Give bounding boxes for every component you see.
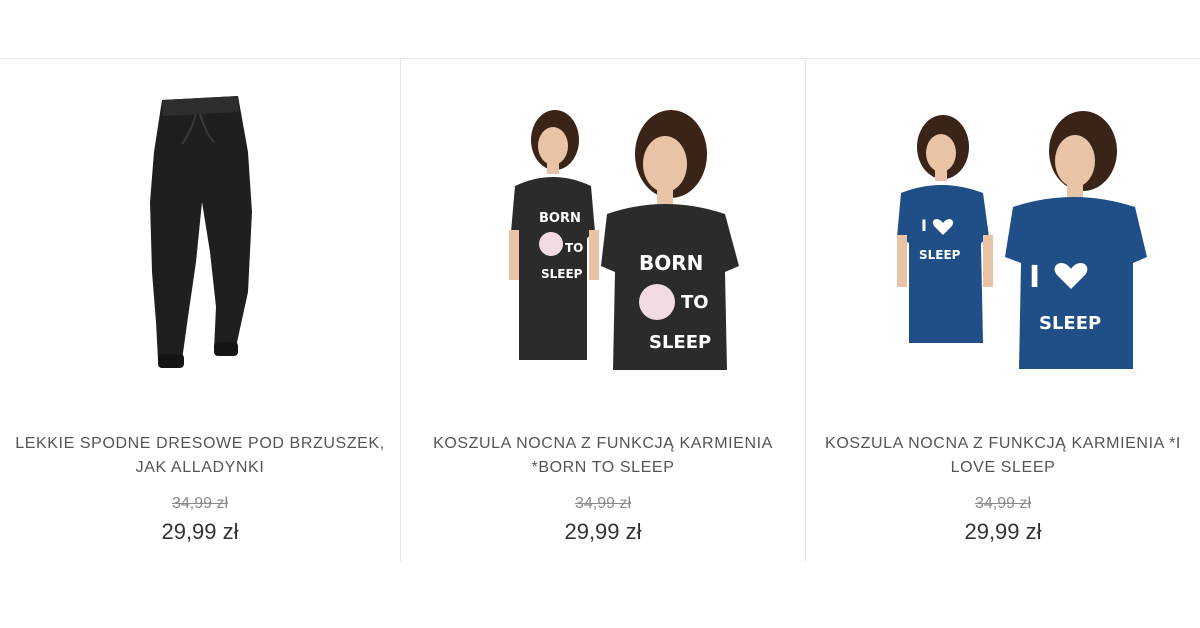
svg-text:SLEEP: SLEEP xyxy=(919,248,961,262)
product-name[interactable]: LEKKIE SPODNE DRESOWE POD BRZUSZEK, JAK … xyxy=(10,432,390,480)
svg-text:I: I xyxy=(1029,260,1040,295)
svg-text:TO: TO xyxy=(681,292,709,313)
svg-text:TO: TO xyxy=(565,241,583,255)
price: 29,99 zł xyxy=(564,519,642,544)
price: 29,99 zł xyxy=(964,519,1042,544)
nightgown-icon: I SLEEP I SLEEP xyxy=(897,111,1147,369)
price: 29,99 zł xyxy=(161,519,239,544)
nightgown-icon: BORN TO SLEEP BORN TO SLEEP xyxy=(509,110,739,370)
product-name[interactable]: KOSZULA NOCNA Z FUNKCJĄ KARMIENIA *I LOV… xyxy=(816,432,1190,480)
svg-text:SLEEP: SLEEP xyxy=(541,267,583,281)
old-price: 34,99 zł xyxy=(574,495,632,512)
print-text: BORN xyxy=(539,211,581,226)
old-price: 34,99 zł xyxy=(171,495,229,512)
product-image[interactable]: BORN TO SLEEP BORN TO SLEEP xyxy=(401,77,805,407)
svg-text:SLEEP: SLEEP xyxy=(649,332,711,353)
product-card[interactable]: LEKKIE SPODNE DRESOWE POD BRZUSZEK, JAK … xyxy=(0,59,400,562)
product-listing-page: LEKKIE SPODNE DRESOWE POD BRZUSZEK, JAK … xyxy=(0,0,1200,628)
svg-text:SLEEP: SLEEP xyxy=(1039,313,1101,334)
product-name[interactable]: KOSZULA NOCNA Z FUNKCJĄ KARMIENIA *BORN … xyxy=(411,432,795,480)
product-image[interactable] xyxy=(0,77,400,407)
product-card[interactable]: BORN TO SLEEP BORN TO SLEEP KOSZULA NOCN… xyxy=(400,59,806,562)
product-card[interactable]: I SLEEP I SLEEP KOSZULA NOCNA Z FUNKCJĄ … xyxy=(806,59,1200,562)
pants-icon xyxy=(150,96,252,368)
svg-text:I: I xyxy=(921,216,927,235)
old-price: 34,99 zł xyxy=(974,495,1032,512)
product-grid: LEKKIE SPODNE DRESOWE POD BRZUSZEK, JAK … xyxy=(0,59,1200,562)
product-image[interactable]: I SLEEP I SLEEP xyxy=(806,77,1200,407)
svg-text:BORN: BORN xyxy=(639,251,703,275)
